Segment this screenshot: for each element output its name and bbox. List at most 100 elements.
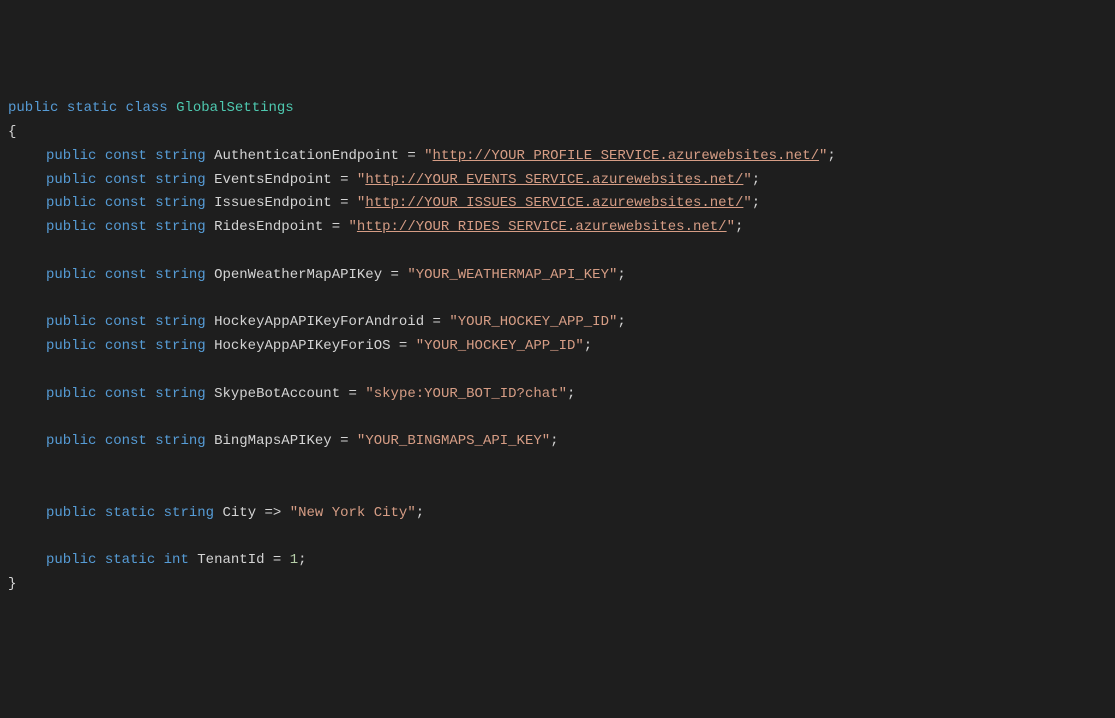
semicolon: ; (752, 172, 760, 188)
semicolon: ; (827, 148, 835, 164)
keyword-static: static (105, 552, 155, 568)
keyword-public: public (46, 195, 96, 211)
owm-line: public const string OpenWeatherMapAPIKey… (8, 264, 1107, 288)
keyword-string: string (155, 338, 205, 354)
keyword-public: public (8, 100, 58, 116)
keyword-const: const (105, 314, 147, 330)
rides-endpoint-line: public const string RidesEndpoint = "htt… (8, 216, 1107, 240)
keyword-string: string (155, 172, 205, 188)
hockey-android-value: YOUR_HOCKEY_APP_ID (458, 314, 609, 330)
hockey-ios-line: public const string HockeyAppAPIKeyForiO… (8, 335, 1107, 359)
keyword-string: string (155, 433, 205, 449)
keyword-string: string (155, 148, 205, 164)
quote: " (743, 172, 751, 188)
keyword-const: const (105, 386, 147, 402)
keyword-const: const (105, 172, 147, 188)
events-endpoint-line: public const string EventsEndpoint = "ht… (8, 169, 1107, 193)
hockey-ios-value: YOUR_HOCKEY_APP_ID (424, 338, 575, 354)
owm-identifier: OpenWeatherMapAPIKey (214, 267, 382, 283)
class-name: GlobalSettings (176, 100, 294, 116)
close-brace: } (8, 576, 16, 592)
bing-line: public const string BingMapsAPIKey = "YO… (8, 430, 1107, 454)
issues-endpoint-line: public const string IssuesEndpoint = "ht… (8, 192, 1107, 216)
equals-op: = (399, 148, 424, 164)
semicolon: ; (567, 386, 575, 402)
keyword-public: public (46, 314, 96, 330)
keyword-const: const (105, 338, 147, 354)
bing-identifier: BingMapsAPIKey (214, 433, 332, 449)
auth-endpoint-line: public const string AuthenticationEndpoi… (8, 145, 1107, 169)
quote: " (416, 338, 424, 354)
equals-op: = (265, 552, 290, 568)
city-line: public static string City => "New York C… (8, 502, 1107, 526)
keyword-const: const (105, 148, 147, 164)
keyword-string: string (155, 267, 205, 283)
tenant-identifier: TenantId (197, 552, 264, 568)
quote: " (542, 433, 550, 449)
keyword-public: public (46, 219, 96, 235)
issues-url-link[interactable]: http://YOUR_ISSUES_SERVICE.azurewebsites… (365, 195, 743, 211)
semicolon: ; (617, 267, 625, 283)
equals-op: = (424, 314, 449, 330)
quote: " (290, 505, 298, 521)
city-value: New York City (298, 505, 407, 521)
keyword-static: static (105, 505, 155, 521)
semicolon: ; (752, 195, 760, 211)
equals-op: = (332, 433, 357, 449)
keyword-string: string (155, 219, 205, 235)
class-declaration-line: public static class GlobalSettings (8, 97, 1107, 121)
quote: " (349, 219, 357, 235)
rides-identifier: RidesEndpoint (214, 219, 323, 235)
auth-url-link[interactable]: http://YOUR_PROFILE_SERVICE.azurewebsite… (433, 148, 819, 164)
keyword-public: public (46, 172, 96, 188)
keyword-public: public (46, 386, 96, 402)
open-brace-line: { (8, 121, 1107, 145)
equals-op: = (332, 195, 357, 211)
quote: " (743, 195, 751, 211)
owm-value: YOUR_WEATHERMAP_API_KEY (416, 267, 609, 283)
skype-value: skype:YOUR_BOT_ID?chat (374, 386, 559, 402)
semicolon: ; (617, 314, 625, 330)
blank-line (8, 526, 1107, 550)
blank-line (8, 240, 1107, 264)
keyword-public: public (46, 433, 96, 449)
equals-op: = (323, 219, 348, 235)
semicolon: ; (298, 552, 306, 568)
open-brace: { (8, 124, 16, 140)
keyword-string: string (155, 314, 205, 330)
arrow-op: => (256, 505, 290, 521)
keyword-public: public (46, 338, 96, 354)
equals-op: = (332, 172, 357, 188)
tenant-value: 1 (290, 552, 298, 568)
quote: " (407, 505, 415, 521)
events-url-link[interactable]: http://YOUR_EVENTS_SERVICE.azurewebsites… (365, 172, 743, 188)
blank-line (8, 407, 1107, 431)
hockey-ios-identifier: HockeyAppAPIKeyForiOS (214, 338, 390, 354)
code-editor[interactable]: public static class GlobalSettings { publi… (8, 97, 1107, 597)
rides-url-link[interactable]: http://YOUR_RIDES_SERVICE.azurewebsites.… (357, 219, 727, 235)
equals-op: = (340, 386, 365, 402)
quote: " (365, 386, 373, 402)
semicolon: ; (550, 433, 558, 449)
keyword-string: string (155, 195, 205, 211)
quote: " (575, 338, 583, 354)
keyword-public: public (46, 267, 96, 283)
blank-line (8, 288, 1107, 312)
hockey-android-identifier: HockeyAppAPIKeyForAndroid (214, 314, 424, 330)
keyword-string: string (155, 386, 205, 402)
keyword-const: const (105, 267, 147, 283)
equals-op: = (382, 267, 407, 283)
hockey-android-line: public const string HockeyAppAPIKeyForAn… (8, 311, 1107, 335)
close-brace-line: } (8, 573, 1107, 597)
keyword-public: public (46, 552, 96, 568)
quote: " (449, 314, 457, 330)
keyword-const: const (105, 219, 147, 235)
tenant-line: public static int TenantId = 1; (8, 549, 1107, 573)
quote: " (727, 219, 735, 235)
keyword-class: class (126, 100, 168, 116)
keyword-static: static (67, 100, 117, 116)
equals-op: = (391, 338, 416, 354)
auth-identifier: AuthenticationEndpoint (214, 148, 399, 164)
bing-value: YOUR_BINGMAPS_API_KEY (365, 433, 541, 449)
city-identifier: City (222, 505, 256, 521)
